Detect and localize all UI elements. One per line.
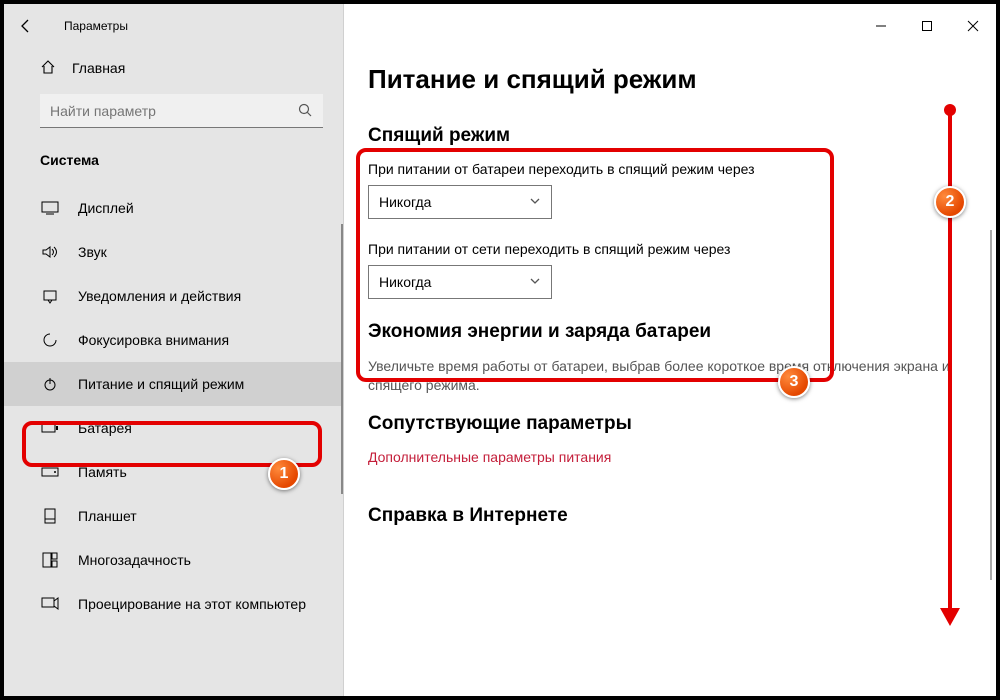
arrow-left-icon bbox=[18, 18, 34, 34]
sidebar-item-label: Многозадачность bbox=[78, 552, 191, 568]
notifications-icon bbox=[40, 288, 60, 304]
battery-icon bbox=[40, 422, 60, 434]
annotation-arrow-origin bbox=[944, 104, 956, 116]
back-button[interactable] bbox=[4, 4, 48, 48]
multitask-icon bbox=[40, 552, 60, 568]
sidebar-item-display[interactable]: Дисплей bbox=[4, 186, 343, 230]
web-help-heading: Справка в Интернете bbox=[368, 505, 952, 527]
sidebar-item-tablet[interactable]: Планшет bbox=[4, 494, 343, 538]
sidebar-item-project[interactable]: Проецирование на этот компьютер bbox=[4, 582, 343, 626]
sidebar-item-battery[interactable]: Батарея bbox=[4, 406, 343, 450]
chevron-down-icon bbox=[529, 274, 541, 290]
chevron-down-icon bbox=[529, 194, 541, 210]
link-power-options[interactable]: Дополнительные параметры питания bbox=[368, 449, 952, 465]
sidebar-item-label: Проецирование на этот компьютер bbox=[78, 596, 306, 612]
home-icon bbox=[40, 59, 56, 78]
sound-icon bbox=[40, 245, 60, 259]
close-button[interactable] bbox=[950, 10, 996, 42]
project-icon bbox=[40, 597, 60, 611]
plugged-sleep-combo[interactable]: Никогда bbox=[368, 265, 552, 299]
minimize-icon bbox=[875, 20, 887, 32]
sidebar-item-label: Главная bbox=[72, 60, 125, 76]
energy-help-text: Увеличьте время работы от батареи, выбра… bbox=[368, 357, 952, 395]
energy-heading: Экономия энергии и заряда батареи bbox=[368, 321, 952, 343]
sidebar-scrollbar[interactable] bbox=[341, 224, 343, 494]
sidebar-item-multitask[interactable]: Многозадачность bbox=[4, 538, 343, 582]
sidebar-item-label: Звук bbox=[78, 244, 107, 260]
sidebar-item-power-sleep[interactable]: Питание и спящий режим bbox=[4, 362, 343, 406]
storage-icon bbox=[40, 467, 60, 477]
sidebar-item-label: Дисплей bbox=[78, 200, 134, 216]
sidebar-item-label: Батарея bbox=[78, 420, 132, 436]
maximize-button[interactable] bbox=[904, 10, 950, 42]
content-scrollbar[interactable] bbox=[990, 230, 992, 580]
minimize-button[interactable] bbox=[858, 10, 904, 42]
tablet-icon bbox=[40, 508, 60, 524]
page-title: Питание и спящий режим bbox=[368, 64, 952, 95]
display-icon bbox=[40, 201, 60, 215]
app-title: Параметры bbox=[64, 19, 128, 33]
sidebar-item-home[interactable]: Главная bbox=[4, 48, 343, 88]
battery-sleep-combo[interactable]: Никогда bbox=[368, 185, 552, 219]
sidebar-item-label: Питание и спящий режим bbox=[78, 376, 244, 392]
titlebar: Параметры bbox=[4, 4, 996, 48]
sidebar-item-label: Фокусировка внимания bbox=[78, 332, 229, 348]
sidebar-nav: Дисплей Звук Уведомления и действия Фоку… bbox=[4, 182, 343, 626]
sidebar-item-label: Планшет bbox=[78, 508, 137, 524]
sidebar-section-label: Система bbox=[4, 138, 343, 182]
battery-sleep-label: При питании от батареи переходить в спящ… bbox=[368, 161, 952, 177]
search-input[interactable] bbox=[40, 94, 323, 128]
sidebar-item-storage[interactable]: Память bbox=[4, 450, 343, 494]
sidebar: Главная Система Дисплей Звук Уведом bbox=[4, 4, 344, 696]
plugged-sleep-label: При питании от сети переходить в спящий … bbox=[368, 241, 952, 257]
combo-value: Никогда bbox=[379, 194, 431, 210]
window-controls bbox=[858, 10, 996, 42]
close-icon bbox=[967, 20, 979, 32]
sidebar-item-sound[interactable]: Звук bbox=[4, 230, 343, 274]
sidebar-item-focus[interactable]: Фокусировка внимания bbox=[4, 318, 343, 362]
focus-icon bbox=[40, 332, 60, 348]
power-icon bbox=[40, 376, 60, 392]
sidebar-item-label: Уведомления и действия bbox=[78, 288, 241, 304]
content-pane: Питание и спящий режим Спящий режим При … bbox=[344, 4, 996, 696]
related-heading: Сопутствующие параметры bbox=[368, 413, 952, 435]
sleep-heading: Спящий режим bbox=[368, 125, 952, 147]
sidebar-item-label: Память bbox=[78, 464, 127, 480]
sidebar-item-notifications[interactable]: Уведомления и действия bbox=[4, 274, 343, 318]
settings-window: Параметры Главная bbox=[0, 0, 1000, 700]
combo-value: Никогда bbox=[379, 274, 431, 290]
maximize-icon bbox=[921, 20, 933, 32]
search-container bbox=[4, 88, 343, 138]
